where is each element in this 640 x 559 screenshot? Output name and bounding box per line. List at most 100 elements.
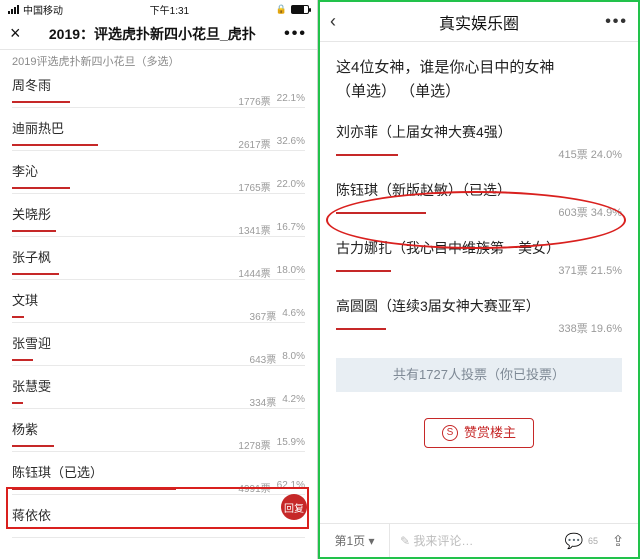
poll-row[interactable]: 陈钰琪（已选）4991票62.1%: [12, 452, 305, 495]
option-bar: [12, 445, 54, 447]
option-meter: 1341票16.7%: [12, 227, 305, 237]
poll-row[interactable]: 关晓彤 1341票16.7%: [12, 194, 305, 237]
option-name: 关晓彤: [12, 204, 305, 223]
poll-row[interactable]: 李沁 1765票22.0%: [12, 151, 305, 194]
option-name: 张子枫: [12, 247, 305, 266]
option-votes: 1278票: [238, 437, 270, 452]
option-meter: 4991票62.1%: [12, 485, 305, 495]
option-bar: [12, 230, 56, 232]
option-name: 周冬雨: [12, 75, 305, 94]
option-meter: 367票4.6%: [12, 313, 305, 323]
option-meter: 415票 24.0%: [336, 148, 622, 162]
option-name: 杨紫: [12, 419, 305, 438]
option-meter: 1765票22.0%: [12, 184, 305, 194]
option-votes: 367票: [250, 308, 277, 323]
poll-option[interactable]: 高圆圆（连续3届女神大赛亚军） 338票 19.6%: [336, 296, 622, 336]
option-meter: 603票 34.9%: [336, 206, 622, 220]
option-votes: 4991票: [238, 480, 270, 495]
signal-icon: [8, 5, 19, 14]
option-label: 刘亦菲（上届女神大赛4强）: [336, 122, 622, 142]
option-votes: 1444票: [238, 265, 270, 280]
clock-label: 下午1:31: [150, 2, 189, 17]
poll-option[interactable]: 古力娜扎（我心目中维族第一美女） 371票 21.5%: [336, 238, 622, 278]
option-pct: 8.0%: [282, 351, 305, 366]
option-pct: 18.0%: [277, 265, 305, 280]
option-label: 古力娜扎（我心目中维族第一美女）: [336, 238, 622, 258]
reward-button[interactable]: S 赞赏楼主: [424, 418, 534, 448]
option-pct: 22.0%: [277, 179, 305, 194]
option-pct: 4.6%: [282, 308, 305, 323]
option-votes: 643票: [250, 351, 277, 366]
status-bar: 中国移动 下午1:31 🔒: [0, 0, 317, 18]
option-bar: [336, 328, 386, 330]
option-pct: 16.7%: [277, 222, 305, 237]
back-button[interactable]: ‹: [330, 11, 336, 32]
poll-option[interactable]: 陈钰琪（新版赵敏）（已选） 603票 34.9%: [336, 180, 622, 220]
option-meta: 371票 21.5%: [558, 262, 622, 278]
option-label: 陈钰琪（新版赵敏）（已选）: [336, 180, 622, 200]
option-meter: 338票 19.6%: [336, 322, 622, 336]
option-name: 文琪: [12, 290, 305, 309]
option-votes: 334票: [250, 394, 277, 409]
option-pct: 15.9%: [277, 437, 305, 452]
poll-row[interactable]: 文琪367票4.6%: [12, 280, 305, 323]
option-pct: 62.1%: [277, 480, 305, 495]
nav-bar: × 2019：评选虎扑新四小花旦_虎扑 •••: [0, 18, 317, 50]
option-bar: [12, 187, 70, 189]
more-button[interactable]: •••: [605, 13, 628, 31]
option-meta: 415票 24.0%: [558, 146, 622, 162]
lock-icon: 🔒: [276, 4, 287, 15]
option-bar: [12, 402, 23, 404]
option-meter: 371票 21.5%: [336, 264, 622, 278]
option-bar: [12, 273, 59, 275]
option-bar: [12, 488, 176, 490]
option-name: 李沁: [12, 161, 305, 180]
poll-row[interactable]: 迪丽热巴 2617票32.6%: [12, 108, 305, 151]
comment-input[interactable]: ✎ 我来评论…: [390, 532, 554, 549]
poll-list: 周冬雨1776票22.1%迪丽热巴2617票32.6%李沁1765票22.0%关…: [0, 65, 317, 538]
option-bar: [12, 359, 33, 361]
option-meta: 338票 19.6%: [558, 320, 622, 336]
option-bar: [336, 270, 391, 272]
option-bar: [12, 144, 98, 146]
poll-row[interactable]: 周冬雨1776票22.1%: [12, 65, 305, 108]
comments-count: 65: [588, 536, 598, 546]
option-label: 高圆圆（连续3届女神大赛亚军）: [336, 296, 622, 316]
more-button[interactable]: •••: [284, 25, 307, 43]
poll-question-line2: （单选） （单选）: [336, 83, 460, 100]
poll-row[interactable]: 张雪迎643票8.0%: [12, 323, 305, 366]
reply-badge[interactable]: 回复: [281, 494, 307, 520]
page-selector[interactable]: 第1页 ▾: [320, 524, 390, 557]
option-name: 蒋依依: [12, 505, 305, 524]
option-meter: 643票8.0%: [12, 356, 305, 366]
share-icon[interactable]: ⇪: [598, 532, 638, 550]
poll-row[interactable]: 张慧雯 334票4.2%: [12, 366, 305, 409]
option-name: 张慧雯: [12, 376, 305, 395]
option-pct: 32.6%: [277, 136, 305, 151]
option-meter: 2617票32.6%: [12, 141, 305, 151]
option-name: 迪丽热巴: [12, 118, 305, 137]
poll-row[interactable]: 张子枫1444票 18.0%: [12, 237, 305, 280]
poll-row[interactable]: 蒋依依: [12, 495, 305, 538]
bottom-bar: 第1页 ▾ ✎ 我来评论… 💬 65 ⇪: [320, 523, 638, 557]
page-title: 2019：评选虎扑新四小花旦_虎扑: [49, 24, 256, 44]
option-bar: [336, 212, 426, 214]
comment-placeholder: 我来评论…: [413, 534, 473, 548]
option-pct: 22.1%: [277, 93, 305, 108]
option-name: 张雪迎: [12, 333, 305, 352]
left-screenshot: 中国移动 下午1:31 🔒 × 2019：评选虎扑新四小花旦_虎扑 ••• 20…: [0, 0, 318, 559]
total-votes-box: 共有1727人投票（你已投票）: [336, 358, 622, 392]
option-bar: [336, 154, 398, 156]
close-button[interactable]: ×: [10, 23, 21, 44]
option-meter: [12, 528, 305, 538]
poll-question: 这4位女神，谁是你心目中的女神 （单选） （单选）: [336, 56, 622, 104]
page-title: 真实娱乐圈: [439, 10, 519, 34]
poll-row[interactable]: 杨紫1278票15.9%: [12, 409, 305, 452]
option-meter: 334票4.2%: [12, 399, 305, 409]
poll-option[interactable]: 刘亦菲（上届女神大赛4强） 415票 24.0%: [336, 122, 622, 162]
carrier-label: 中国移动: [23, 2, 63, 17]
reward-icon: S: [442, 425, 458, 441]
option-meter: 1278票15.9%: [12, 442, 305, 452]
option-name: 陈钰琪（已选）: [12, 462, 305, 481]
option-bar: [12, 101, 70, 103]
